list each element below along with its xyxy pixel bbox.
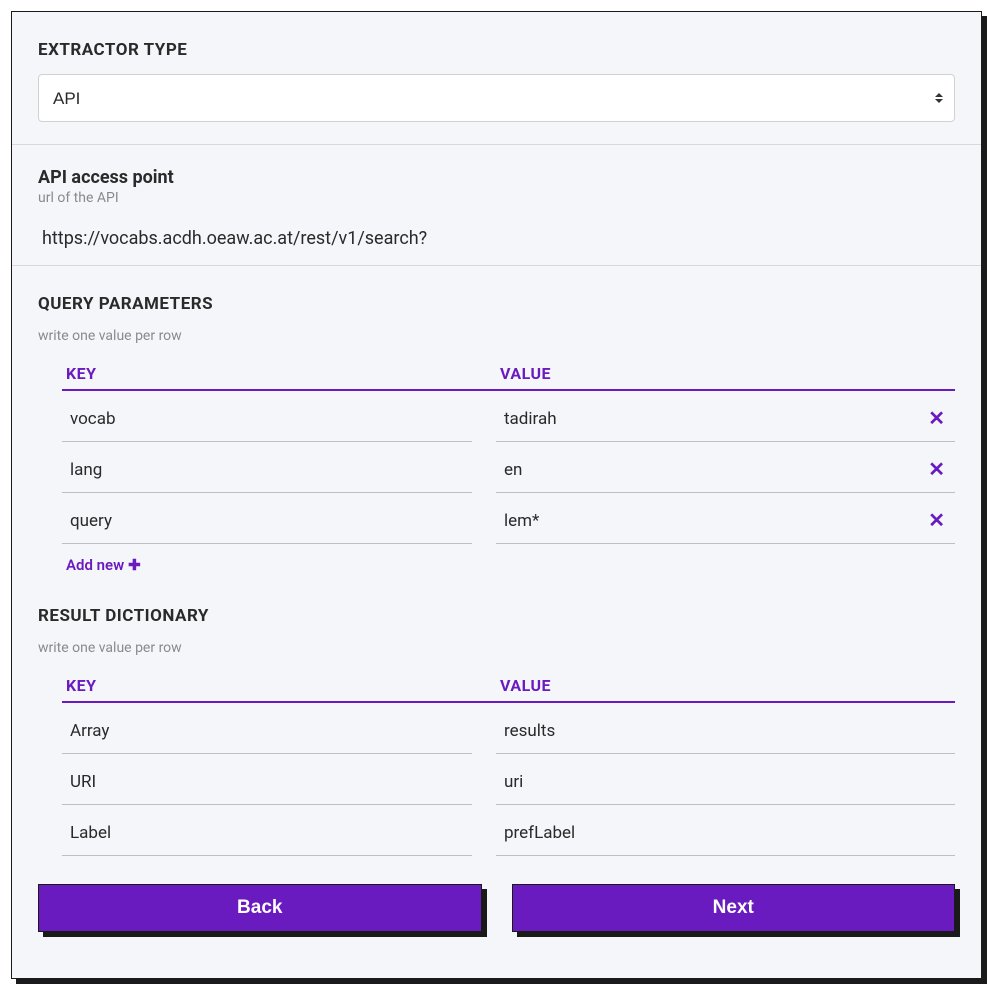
api-access-heading: API access point [38,167,955,188]
query-param-row: vocab tadirah ✕ [62,397,955,442]
extractor-type-select-wrap: API [38,74,955,122]
query-param-value-cell: en ✕ [496,448,955,493]
close-icon: ✕ [928,459,945,481]
extractor-config-panel: EXTRACTOR TYPE API API access point url … [11,11,982,979]
result-dict-value-header: VALUE [496,676,955,695]
result-dict-row: Label prefLabel [62,811,955,856]
query-param-key[interactable]: lang [62,448,472,493]
delete-row-button[interactable]: ✕ [924,458,949,482]
query-params-heading: QUERY PARAMETERS [38,294,955,314]
result-dict-key[interactable]: URI [62,760,472,805]
delete-row-button[interactable]: ✕ [924,407,949,431]
api-url-value: https://vocabs.acdh.oeaw.ac.at/rest/v1/s… [38,218,955,249]
query-param-row: lang en ✕ [62,448,955,493]
query-params-value-header: VALUE [496,364,955,383]
api-access-help: url of the API [38,190,955,206]
result-dict-table: KEY VALUE Array results URI uri Label pr… [38,676,955,856]
result-dict-value[interactable]: uri [496,760,955,805]
add-new-label: Add new [66,556,124,574]
query-param-value[interactable]: en [504,460,522,480]
delete-row-button[interactable]: ✕ [924,509,949,533]
add-new-row-button[interactable]: Add new ✚ [62,556,141,574]
query-params-header-row: KEY VALUE [62,364,955,391]
query-param-key[interactable]: query [62,499,472,544]
query-param-row: query lem* ✕ [62,499,955,544]
back-button[interactable]: Back [38,884,482,932]
query-param-value[interactable]: tadirah [504,409,557,429]
result-dict-key[interactable]: Label [62,811,472,856]
extractor-type-select[interactable]: API [38,74,955,122]
result-dict-header-row: KEY VALUE [62,676,955,703]
query-params-key-header: KEY [62,364,472,383]
query-param-key[interactable]: vocab [62,397,472,442]
query-param-value-cell: lem* ✕ [496,499,955,544]
button-row: Back Next [38,884,955,932]
result-dict-row: Array results [62,709,955,754]
result-dict-key-header: KEY [62,676,472,695]
query-param-value-cell: tadirah ✕ [496,397,955,442]
result-dict-help: write one value per row [38,640,955,656]
extractor-type-heading: EXTRACTOR TYPE [38,40,955,60]
query-param-value[interactable]: lem* [504,511,539,531]
result-dict-key[interactable]: Array [62,709,472,754]
result-dict-row: URI uri [62,760,955,805]
next-button[interactable]: Next [512,884,956,932]
divider [12,265,981,266]
divider [12,144,981,145]
result-dict-value[interactable]: prefLabel [496,811,955,856]
query-params-table: KEY VALUE vocab tadirah ✕ lang en ✕ quer… [38,364,955,574]
close-icon: ✕ [928,408,945,430]
plus-icon: ✚ [128,556,141,574]
result-dict-heading: RESULT DICTIONARY [38,606,955,626]
query-params-help: write one value per row [38,328,955,344]
close-icon: ✕ [928,510,945,532]
result-dict-value[interactable]: results [496,709,955,754]
